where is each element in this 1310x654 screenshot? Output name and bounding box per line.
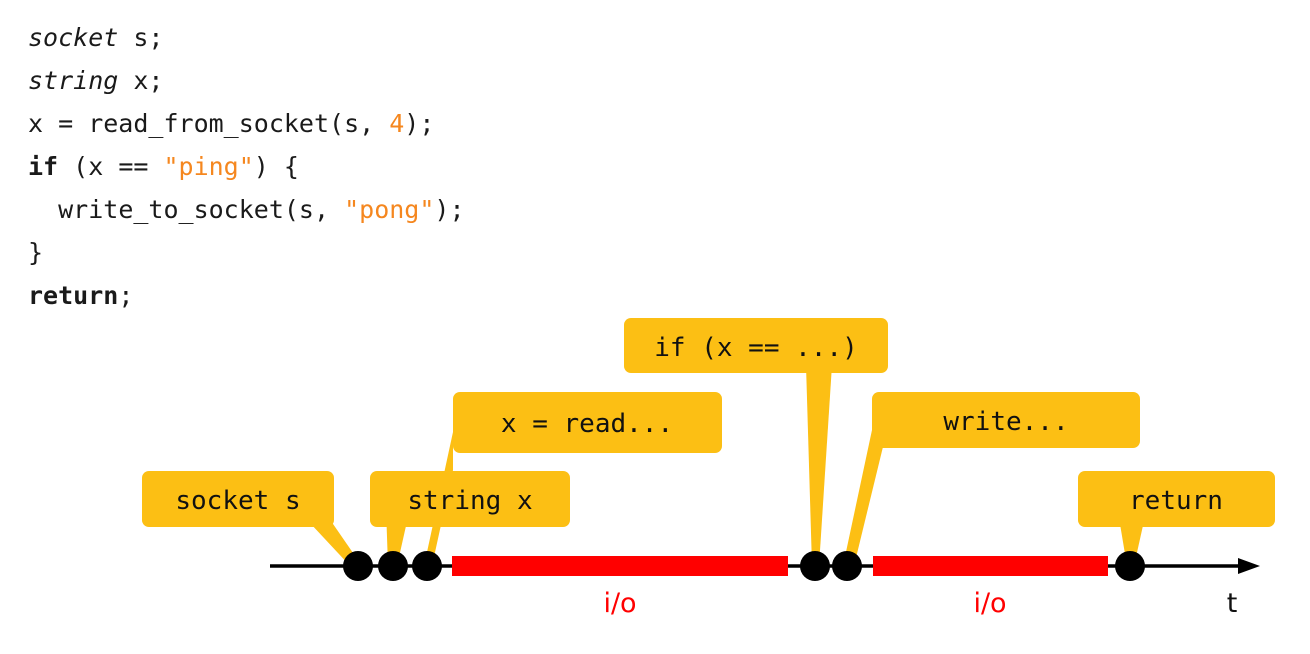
callout-read[interactable]: x = read...	[453, 392, 722, 453]
timeline-diagram: socket s string x x = read... if (x == .…	[142, 318, 1275, 619]
callout-write-label: write...	[943, 407, 1068, 437]
callout-if-label: if (x == ...)	[654, 333, 858, 363]
timeline-axis-arrowhead	[1238, 558, 1260, 574]
io-blocks	[452, 556, 1108, 576]
callout-string-x-label: string x	[407, 486, 532, 516]
callout-boxes: socket s string x x = read... if (x == .…	[142, 318, 1275, 527]
io-label-1: i/o	[603, 588, 636, 619]
io-block-2	[873, 556, 1108, 576]
event-dot-read[interactable]	[412, 551, 442, 581]
io-label-2: i/o	[973, 588, 1006, 619]
event-dot-socket-s[interactable]	[343, 551, 373, 581]
event-dot-if[interactable]	[800, 551, 830, 581]
event-dot-string-x[interactable]	[378, 551, 408, 581]
callout-string-x[interactable]: string x	[370, 471, 570, 527]
callout-socket-s[interactable]: socket s	[142, 471, 334, 527]
callout-socket-s-label: socket s	[175, 486, 300, 516]
tail-if	[806, 365, 832, 566]
callout-write[interactable]: write...	[872, 392, 1140, 448]
io-block-1	[452, 556, 788, 576]
callout-return[interactable]: return	[1078, 471, 1275, 527]
axis-label-t: t	[1227, 588, 1238, 619]
diagram-canvas: socket s; string x; x = read_from_socket(s…	[0, 0, 1310, 654]
callout-if[interactable]: if (x == ...)	[624, 318, 888, 373]
event-dot-write[interactable]	[832, 551, 862, 581]
callout-return-label: return	[1129, 486, 1223, 516]
event-dot-return[interactable]	[1115, 551, 1145, 581]
callout-read-label: x = read...	[501, 409, 673, 439]
